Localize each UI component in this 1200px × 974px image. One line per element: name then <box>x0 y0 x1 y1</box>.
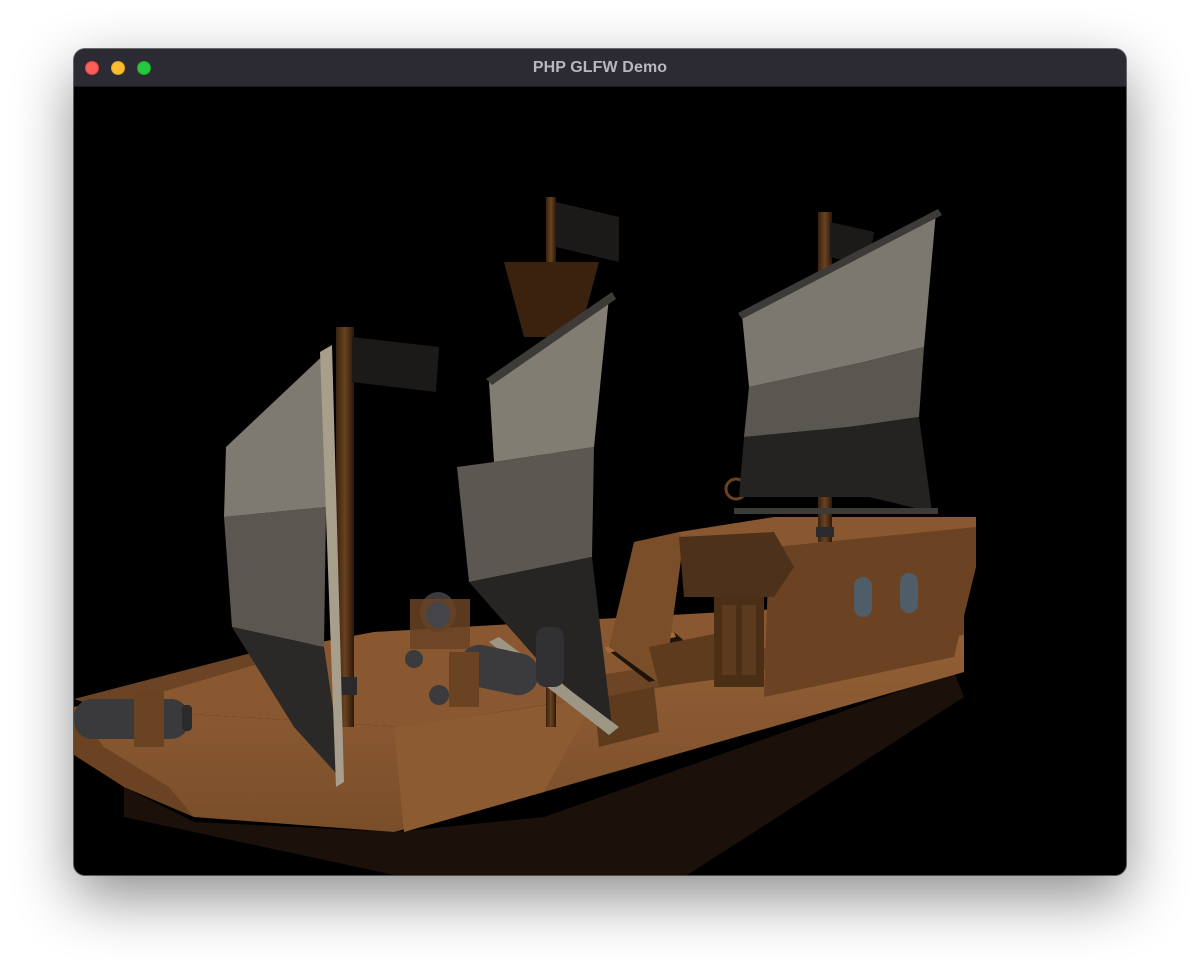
cannon-deck-3 <box>536 627 564 687</box>
stern-door-panel <box>722 605 736 675</box>
stern-door-panel <box>742 605 756 675</box>
captain-cabin <box>679 532 794 597</box>
window-title: PHP GLFW Demo <box>532 59 668 76</box>
title-bar[interactable]: PHP GLFW Demo <box>74 49 1126 87</box>
stern-window <box>854 577 872 617</box>
stern-door <box>714 592 764 687</box>
sail-front <box>224 347 332 517</box>
sail-front-mid <box>224 507 326 647</box>
flag-front <box>352 337 439 392</box>
gl-viewport[interactable] <box>74 87 1126 875</box>
app-window: PHP GLFW Demo <box>74 49 1126 875</box>
scene-render <box>74 197 976 875</box>
flag-middle <box>556 202 619 262</box>
stern-window <box>900 573 918 613</box>
boom-rear <box>734 508 938 514</box>
cannon-deck-1 <box>410 592 470 649</box>
mast-rear-band <box>816 527 834 537</box>
